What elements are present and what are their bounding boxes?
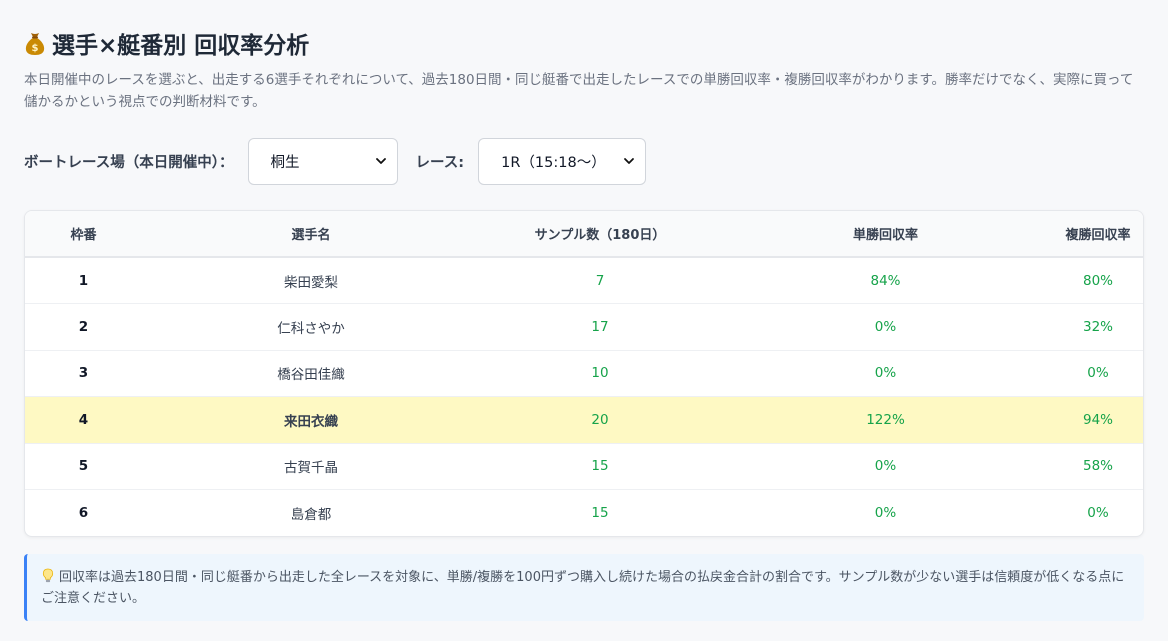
- page-title: $ 選手×艇番別 回収率分析: [24, 26, 1144, 60]
- title-text: 選手×艇番別 回収率分析: [52, 33, 310, 59]
- sample-count: 7: [595, 272, 605, 289]
- win-recovery-rate: 0%: [874, 505, 897, 521]
- lane-number: 5: [78, 458, 89, 475]
- venue-select[interactable]: 桐生: [247, 137, 398, 185]
- racer-name: 柴田愛梨: [284, 274, 338, 291]
- table-row-highlighted: 4 来田衣織 20 122% 94%: [25, 396, 1143, 443]
- header-win-rate: 単勝回収率: [852, 228, 918, 243]
- lane-number: 1: [78, 272, 89, 289]
- lane-number: 6: [78, 505, 89, 521]
- lane-number: 3: [78, 365, 89, 382]
- place-recovery-rate: 58%: [1082, 458, 1113, 475]
- win-recovery-rate: 84%: [870, 272, 901, 289]
- table-row: 6 島倉都 15 0% 0%: [25, 490, 1143, 537]
- place-recovery-rate: 0%: [1087, 505, 1109, 521]
- header-lane: 枠番: [70, 228, 97, 243]
- win-recovery-rate: 0%: [874, 365, 897, 382]
- page: $ 選手×艇番別 回収率分析 本日開催中のレースを選ぶと、出走する6選手それぞれ…: [0, 0, 1168, 621]
- table-row: 3 橋谷田佳織 10 0% 0%: [25, 350, 1143, 397]
- win-recovery-rate: 0%: [874, 318, 897, 335]
- racer-name: 島倉都: [290, 507, 332, 523]
- table-row: 1 柴田愛梨 7 84% 80%: [25, 257, 1143, 304]
- money-bag-icon: $: [24, 30, 46, 56]
- chevron-down-icon: [624, 157, 635, 164]
- race-select[interactable]: 1R（15:18〜）: [478, 137, 647, 185]
- lane-number: 2: [78, 318, 89, 335]
- sample-count: 20: [591, 411, 609, 428]
- lightbulb-icon: [42, 568, 54, 583]
- racer-name: 古賀千晶: [284, 460, 338, 477]
- place-recovery-rate: 0%: [1087, 365, 1109, 382]
- table-row: 2 仁科さやか 17 0% 32%: [25, 304, 1143, 350]
- chevron-down-icon: [375, 157, 386, 164]
- recovery-rate-table: 枠番 選手名 サンプル数（180日） 単勝回収率 複勝回収率 1 柴田愛梨 7 …: [24, 210, 1144, 537]
- place-recovery-rate: 80%: [1082, 272, 1113, 289]
- lane-number: 4: [78, 411, 89, 428]
- sample-count: 15: [591, 458, 609, 475]
- venue-label: ボートレース場（本日開催中）：: [24, 154, 234, 171]
- header-sample-count: サンプル数（180日）: [534, 228, 666, 243]
- header-racer-name: 選手名: [291, 228, 331, 243]
- racer-name: 橋谷田佳織: [277, 367, 345, 384]
- win-recovery-rate: 122%: [866, 411, 905, 428]
- place-recovery-rate: 94%: [1082, 411, 1113, 428]
- sample-count: 15: [591, 505, 609, 521]
- svg-text:$: $: [32, 43, 39, 54]
- racer-name: 来田衣織: [284, 413, 338, 430]
- header-place-rate: 複勝回収率: [1065, 228, 1131, 243]
- win-recovery-rate: 0%: [874, 458, 897, 475]
- table-row: 5 古賀千晶 15 0% 58%: [25, 443, 1143, 490]
- sample-count: 10: [591, 365, 609, 382]
- sample-count: 17: [591, 318, 609, 335]
- place-recovery-rate: 32%: [1082, 318, 1113, 335]
- filter-controls: ボートレース場（本日開催中）： 桐生 レース: 1R（15:18〜）: [24, 137, 1144, 185]
- race-label: レース:: [415, 154, 465, 171]
- racer-name: 仁科さやか: [277, 320, 345, 337]
- info-note: 回収率は過去180日間・同じ艇番から出走した全レースを対象に、単勝/複勝を100…: [24, 554, 1144, 621]
- race-select-value: 1R（15:18〜）: [501, 154, 606, 171]
- table-header-row: 枠番 選手名 サンプル数（180日） 単勝回収率 複勝回収率: [25, 211, 1143, 257]
- note-text: 回収率は過去180日間・同じ艇番から出走した全レースを対象に、単勝/複勝を100…: [41, 570, 1125, 606]
- page-description: 本日開催中のレースを選ぶと、出走する6選手それぞれについて、過去180日間・同じ…: [24, 72, 1134, 110]
- venue-select-value: 桐生: [270, 154, 300, 171]
